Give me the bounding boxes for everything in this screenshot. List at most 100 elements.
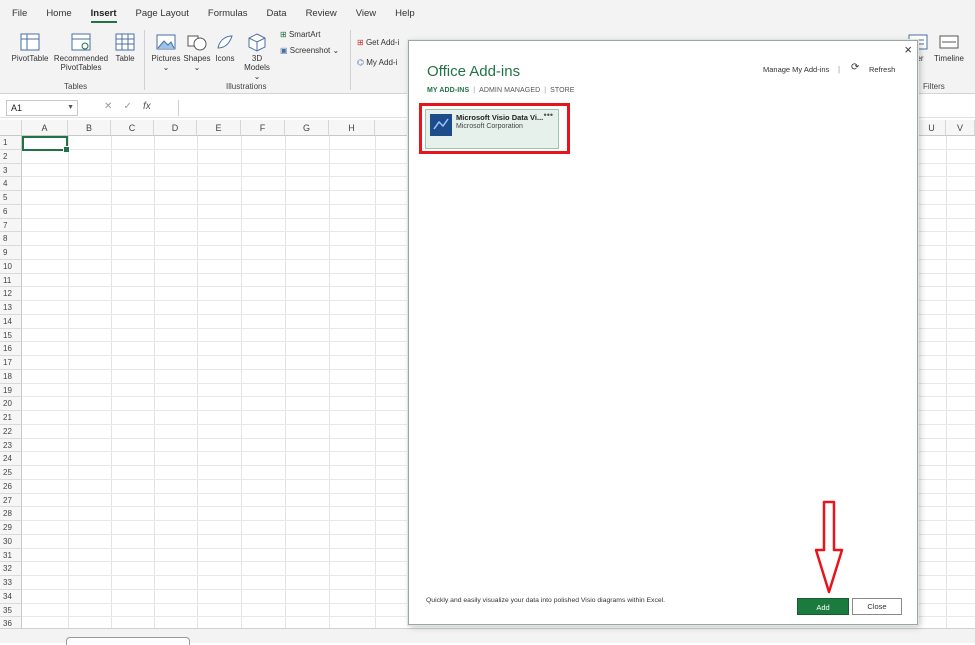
table-icon <box>115 33 135 51</box>
my-addins-label: My Add-i <box>366 58 398 67</box>
column-header-b[interactable]: B <box>68 120 111 136</box>
row-header[interactable]: 23 <box>0 438 22 453</box>
menu-view[interactable]: View <box>356 4 376 23</box>
chevron-down-icon: ⌄ <box>332 46 340 55</box>
row-header[interactable]: 13 <box>0 301 22 315</box>
store-icon: ⊞ <box>357 38 364 47</box>
row-header[interactable]: 22 <box>0 424 22 439</box>
shapes-button[interactable]: Shapes ⌄ <box>182 32 212 72</box>
get-addins-button[interactable]: ⊞ Get Add-i <box>357 38 409 47</box>
sheet-tab[interactable] <box>66 637 190 645</box>
column-header-e[interactable]: E <box>197 120 241 136</box>
name-box[interactable]: A1 ▼ <box>6 100 78 116</box>
insert-function-icon[interactable]: fx <box>143 101 151 112</box>
row-header[interactable]: 14 <box>0 314 22 329</box>
screenshot-label: Screenshot <box>289 46 331 55</box>
menu-file[interactable]: File <box>12 4 27 23</box>
row-header[interactable]: 24 <box>0 452 22 466</box>
get-addins-label: Get Add-i <box>365 38 400 47</box>
tab-store[interactable]: STORE <box>550 87 575 94</box>
menu-formulas[interactable]: Formulas <box>208 4 248 23</box>
row-header[interactable]: 31 <box>0 548 22 563</box>
row-header[interactable]: 19 <box>0 383 22 398</box>
column-header-a[interactable]: A <box>22 120 68 136</box>
filters-group-label: Filters <box>923 82 945 91</box>
menu-page-layout[interactable]: Page Layout <box>136 4 189 23</box>
row-header[interactable]: 29 <box>0 521 22 535</box>
close-icon[interactable]: × <box>904 42 912 57</box>
my-addins-button[interactable]: ⌬ My Add-i <box>357 58 409 67</box>
row-header[interactable]: 2 <box>0 149 22 164</box>
row-header[interactable]: 10 <box>0 259 22 274</box>
row-header[interactable]: 4 <box>0 177 22 191</box>
pictures-label: Pictures <box>151 54 181 63</box>
formula-input[interactable] <box>178 100 418 116</box>
row-header[interactable]: 18 <box>0 369 22 384</box>
row-header[interactable]: 15 <box>0 328 22 343</box>
row-header[interactable]: 26 <box>0 479 22 494</box>
select-all-corner[interactable] <box>0 120 22 136</box>
menu-help[interactable]: Help <box>395 4 415 23</box>
row-header[interactable]: 32 <box>0 562 22 576</box>
enter-icon[interactable]: ✓ <box>124 101 132 112</box>
row-header[interactable]: 35 <box>0 603 22 618</box>
refresh-icon[interactable]: ⟳ <box>851 62 859 73</box>
column-header-d[interactable]: D <box>154 120 197 136</box>
row-header[interactable]: 36 <box>0 617 22 628</box>
row-header[interactable]: 3 <box>0 163 22 178</box>
3d-cube-icon <box>248 33 266 52</box>
pictures-button[interactable]: Pictures ⌄ <box>150 32 182 72</box>
manage-my-addins-link[interactable]: Manage My Add-ins <box>763 65 829 74</box>
recommended-pivottables-button[interactable]: Recommended PivotTables <box>52 32 110 72</box>
row-header[interactable]: 28 <box>0 507 22 521</box>
column-header-f[interactable]: F <box>241 120 285 136</box>
row-header[interactable]: 1 <box>0 136 22 150</box>
column-header-g[interactable]: G <box>285 120 329 136</box>
refresh-link[interactable]: Refresh <box>869 65 895 74</box>
row-header[interactable]: 33 <box>0 576 22 590</box>
row-header[interactable]: 27 <box>0 493 22 508</box>
row-header[interactable]: 12 <box>0 287 22 301</box>
highlight-annotation-box <box>419 103 570 154</box>
row-header[interactable]: 7 <box>0 218 22 233</box>
menu-home[interactable]: Home <box>46 4 71 23</box>
row-header[interactable]: 34 <box>0 589 22 604</box>
row-header[interactable]: 6 <box>0 204 22 219</box>
column-header-c[interactable]: C <box>111 120 154 136</box>
chevron-down-icon: ⌄ <box>253 72 261 81</box>
screenshot-button[interactable]: ▣ Screenshot ⌄ <box>280 46 342 55</box>
row-header[interactable]: 21 <box>0 411 22 425</box>
column-header-i[interactable] <box>375 120 409 136</box>
menu-insert[interactable]: Insert <box>90 4 117 23</box>
icons-button[interactable]: Icons <box>212 32 238 63</box>
selected-cell-a1[interactable] <box>22 136 70 153</box>
column-header-h[interactable]: H <box>329 120 375 136</box>
column-header-v[interactable]: V <box>946 120 975 136</box>
dialog-tabs: MY ADD-INS | ADMIN MANAGED | STORE <box>427 87 575 94</box>
row-header[interactable]: 20 <box>0 397 22 411</box>
row-header[interactable]: 25 <box>0 466 22 480</box>
tab-admin-managed[interactable]: ADMIN MANAGED <box>479 87 540 94</box>
row-header[interactable]: 8 <box>0 232 22 246</box>
menu-data[interactable]: Data <box>266 4 286 23</box>
3d-models-button[interactable]: 3D Models ⌄ <box>240 32 274 81</box>
close-button[interactable]: Close <box>852 598 902 615</box>
row-header[interactable]: 9 <box>0 246 22 260</box>
row-header[interactable]: 30 <box>0 534 22 549</box>
timeline-button[interactable]: Timeline <box>932 32 966 63</box>
smartart-icon: ⊞ <box>280 30 287 39</box>
pivottable-button[interactable]: PivotTable <box>10 32 50 63</box>
illustrations-group-label: Illustrations <box>226 82 267 91</box>
row-header[interactable]: 11 <box>0 273 22 288</box>
table-button[interactable]: Table <box>112 32 138 63</box>
smartart-button[interactable]: ⊞ SmartArt <box>280 30 340 39</box>
row-header[interactable]: 16 <box>0 342 22 356</box>
row-header[interactable]: 5 <box>0 191 22 205</box>
add-button[interactable]: Add <box>797 598 849 615</box>
menu-review[interactable]: Review <box>306 4 337 23</box>
column-header-u[interactable]: U <box>918 120 946 136</box>
row-header[interactable]: 17 <box>0 356 22 370</box>
recommended-label-1: Recommended <box>53 54 109 63</box>
tab-my-addins[interactable]: MY ADD-INS <box>427 87 469 94</box>
cancel-icon[interactable]: ✕ <box>104 101 112 112</box>
